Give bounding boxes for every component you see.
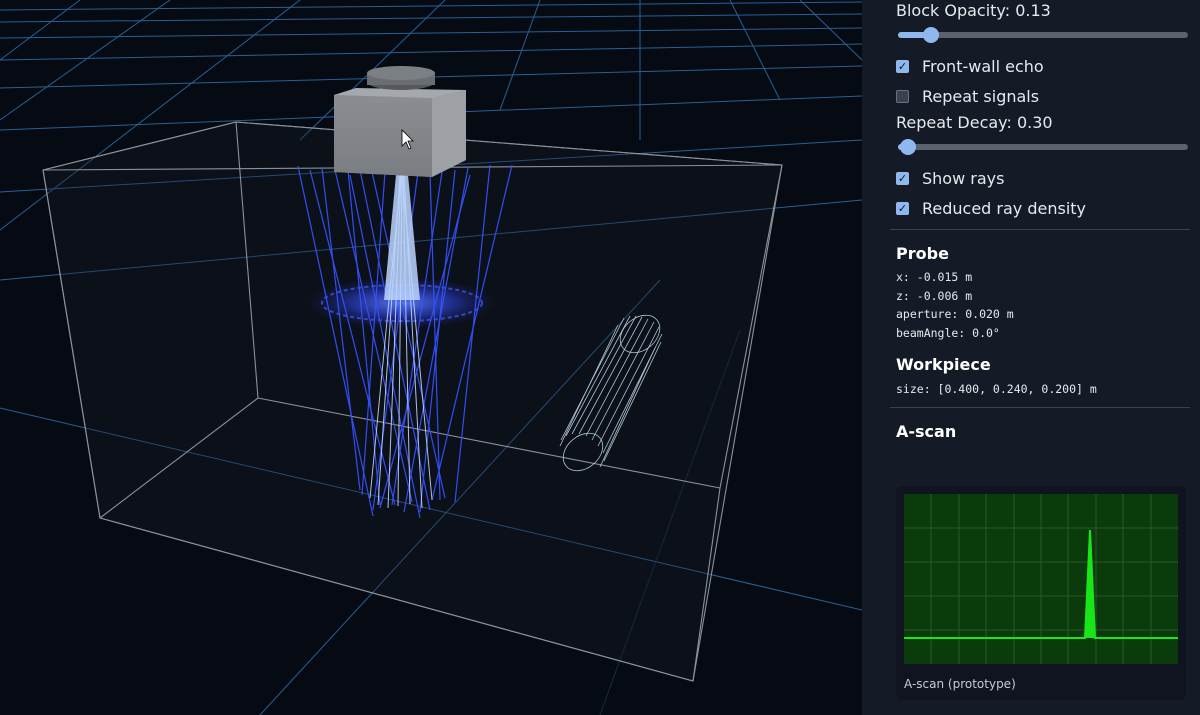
checkbox-checked-icon[interactable]: ✓ (896, 59, 909, 73)
ascan-plot (904, 494, 1178, 664)
repeat-decay-slider[interactable] (898, 135, 1188, 157)
ascan-heading: A-scan (896, 421, 957, 441)
probe-heading: Probe (896, 244, 949, 263)
divider (890, 229, 1190, 230)
scene-svg (0, 0, 862, 715)
repeat-decay-label: Repeat Decay: 0.30 (896, 113, 1053, 132)
checkbox-checked-icon[interactable]: ✓ (896, 171, 909, 185)
block-opacity-slider[interactable] (898, 23, 1188, 45)
3d-viewport[interactable] (0, 0, 862, 715)
probe-info: x: -0.015 m z: -0.006 m aperture: 0.020 … (896, 268, 1186, 342)
front-wall-echo-label: Front-wall echo (922, 56, 1044, 76)
repeat-decay-thumb[interactable] (900, 139, 916, 155)
block-opacity-thumb[interactable] (923, 27, 939, 43)
block-opacity-label: Block Opacity: 0.13 (896, 1, 1051, 20)
checkbox-unchecked-icon[interactable] (896, 89, 909, 103)
ascan-svg (904, 494, 1178, 664)
reduced-ray-density-label: Reduced ray density (922, 198, 1087, 218)
front-wall-echo-checkbox[interactable]: ✓ Front-wall echo (896, 51, 1186, 81)
workpiece-heading: Workpiece (896, 355, 991, 374)
ascan-caption: A-scan (prototype) (904, 677, 1016, 691)
probe-beam-angle: beamAngle: 0.0° (896, 325, 1000, 340)
repeat-signals-checkbox[interactable]: Repeat signals (896, 81, 1186, 111)
probe-transducer (334, 66, 466, 177)
checkbox-checked-icon[interactable]: ✓ (896, 201, 909, 215)
show-rays-label: Show rays (922, 168, 1005, 188)
ascan-panel: A-scan (prototype) (896, 486, 1186, 700)
repeat-signals-label: Repeat signals (922, 86, 1040, 106)
workpiece-block (42, 121, 783, 682)
show-rays-checkbox[interactable]: ✓ Show rays (896, 163, 1186, 193)
divider (890, 406, 1190, 408)
probe-z: z: -0.006 m (896, 288, 973, 303)
probe-x: x: -0.015 m (896, 270, 973, 284)
workpiece-size: size: [0.400, 0.240, 0.200] m (896, 382, 1097, 396)
reduced-ray-density-checkbox[interactable]: ✓ Reduced ray density (896, 193, 1186, 223)
probe-aperture: aperture: 0.020 m (896, 307, 1014, 321)
